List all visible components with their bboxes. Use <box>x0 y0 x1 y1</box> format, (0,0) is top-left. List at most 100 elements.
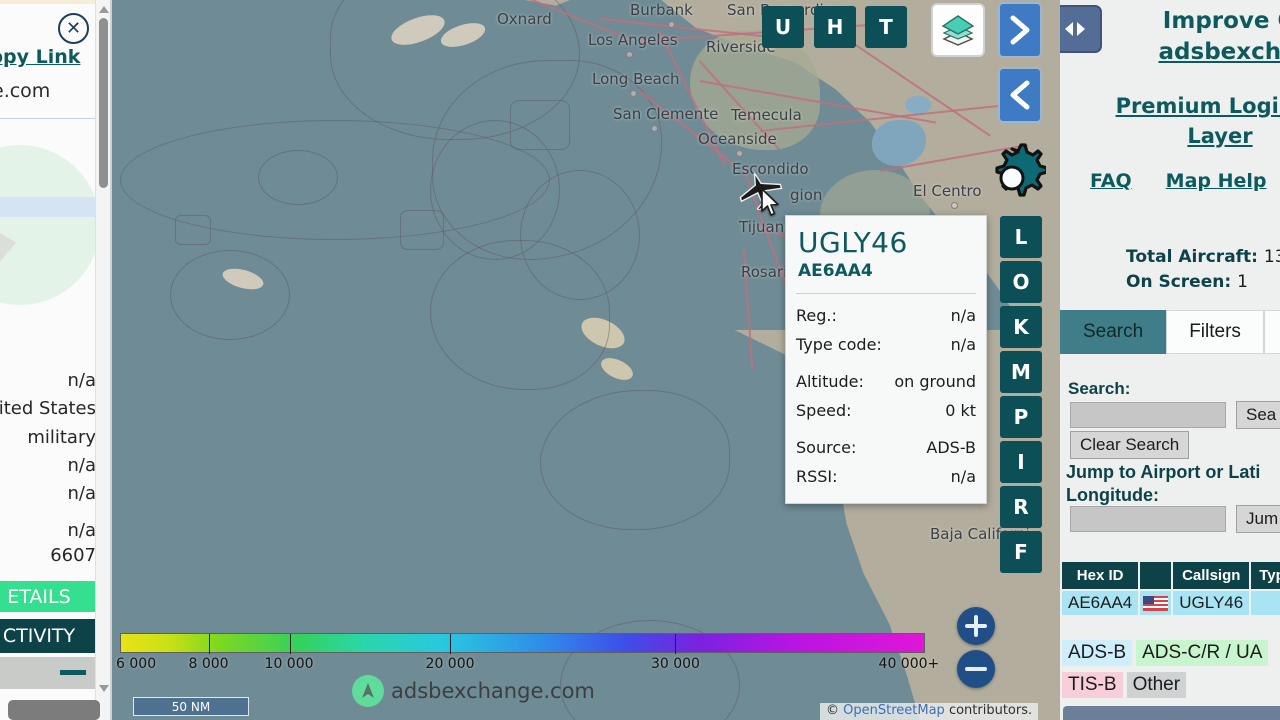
scroll-up-arrow-icon[interactable] <box>99 6 109 13</box>
sidebar-bottom-bar[interactable] <box>1063 706 1280 720</box>
layers-icon <box>941 15 975 46</box>
share-url-text: e.com <box>0 80 51 102</box>
scroll-down-arrow-icon[interactable] <box>99 685 109 692</box>
map-city-dot <box>668 21 675 28</box>
column-flag[interactable] <box>1140 562 1172 589</box>
airspace-ring <box>258 150 338 205</box>
aircraft-detail-value: n/a <box>67 370 96 391</box>
jump-button[interactable]: Jum <box>1236 505 1280 533</box>
plane-logo-glyph <box>362 683 374 698</box>
cell-hex-id[interactable]: AE6AA4 <box>1062 591 1139 615</box>
openstreetmap-link[interactable]: OpenStreetMap <box>843 703 945 718</box>
airspace-ring <box>400 210 444 250</box>
popup-spacer <box>796 425 976 434</box>
map-button-t[interactable]: T <box>865 6 907 48</box>
popup-detail-list: Reg.: n/a Type code: n/a Altitude: on gr… <box>786 294 986 503</box>
aircraft-detail-value: n/a <box>67 520 96 541</box>
map-city-label: Oceanside <box>698 130 777 148</box>
help-links: FAQ Map Help <box>1090 170 1280 192</box>
altitude-tick-label: 40 000+ <box>878 656 940 672</box>
attribution-rest: contributors. <box>948 703 1033 718</box>
tab-extra[interactable] <box>1263 310 1280 354</box>
popup-row-source: Source: ADS-B <box>796 434 976 462</box>
popup-row-label: RSSI: <box>796 466 838 486</box>
tab-search[interactable]: Search <box>1060 310 1167 354</box>
popup-row-label: Source: <box>796 438 857 458</box>
aircraft-info-popup[interactable]: UGLY46 AE6AA4 Reg.: n/a Type code: n/a A… <box>785 215 987 505</box>
faq-link[interactable]: FAQ <box>1090 170 1132 192</box>
settings-button[interactable] <box>978 143 1049 211</box>
map-city-label: Los Angeles <box>588 31 678 49</box>
source-chip-tisb[interactable]: TIS-B <box>1062 672 1123 698</box>
altitude-color-legend: 6 000 8 000 10 000 20 000 30 000 40 000+ <box>116 633 939 672</box>
map-letter-button-i[interactable]: I <box>1000 441 1042 483</box>
map-help-link[interactable]: Map Help <box>1166 170 1267 192</box>
details-button[interactable]: ETAILS <box>0 581 100 612</box>
altitude-tick-mark <box>209 634 211 654</box>
source-chip-adsb[interactable]: ADS-B <box>1062 640 1133 666</box>
us-flag-icon <box>1143 595 1169 611</box>
left-panel-scrollbar[interactable] <box>95 0 110 720</box>
airspace-ring <box>175 215 211 245</box>
next-aircraft-button[interactable] <box>998 2 1042 58</box>
altitude-tick-mark <box>675 634 677 654</box>
aircraft-table[interactable]: Hex ID Callsign Type AE6AA4 UGLY46 <box>1060 560 1280 617</box>
jump-label: Jump to Airport or Lati Longitude: <box>1066 461 1280 507</box>
scrollbar-thumb[interactable] <box>99 18 108 188</box>
title-line-1: Improve Cov <box>1162 8 1280 34</box>
map-button-u[interactable]: U <box>762 6 804 48</box>
map-city-label: Long Beach <box>592 70 680 88</box>
search-button[interactable]: Sea <box>1236 401 1280 429</box>
photo-aircraft-shape <box>0 219 16 275</box>
map-letter-button-f[interactable]: F <box>1000 531 1042 573</box>
map-letter-button-o[interactable]: O <box>1000 261 1042 303</box>
map-letter-button-r[interactable]: R <box>1000 486 1042 528</box>
airspace-ring <box>540 390 730 530</box>
map-city-dot <box>630 90 637 97</box>
copy-link-button[interactable]: opy Link <box>0 46 80 68</box>
bottom-left-control[interactable] <box>8 700 100 720</box>
map-canvas[interactable]: OxnardBurbankSan BernardinoLos AngelesRi… <box>0 0 1060 720</box>
source-chip-adsc[interactable]: ADS-C/R / UA <box>1136 640 1269 666</box>
column-type[interactable]: Type <box>1251 562 1280 589</box>
mouse-cursor <box>761 188 779 216</box>
column-callsign[interactable]: Callsign <box>1173 562 1250 589</box>
premium-login-link[interactable]: Premium Login: n Layer <box>1070 92 1280 152</box>
map-letter-button-k[interactable]: K <box>1000 306 1042 348</box>
previous-aircraft-button[interactable] <box>998 67 1042 123</box>
layers-button[interactable] <box>931 3 985 57</box>
popup-row-value: 0 kt <box>945 400 976 420</box>
sidebar-toggle-button[interactable] <box>1060 5 1102 53</box>
search-input[interactable] <box>1070 402 1226 428</box>
popup-header: UGLY46 AE6AA4 <box>786 216 986 288</box>
source-chip-other[interactable]: Other <box>1126 672 1187 698</box>
map-letter-button-m[interactable]: M <box>1000 351 1042 393</box>
zoom-out-button[interactable] <box>957 650 995 688</box>
map-city-label: Burbank <box>630 1 693 19</box>
title-line-2[interactable]: adsbexchang <box>1124 37 1280 68</box>
clear-search-button[interactable]: Clear Search <box>1070 431 1190 459</box>
map-city-label: Oxnard <box>497 10 552 28</box>
zoom-in-button[interactable] <box>957 607 995 645</box>
altitude-tick-label: 6 000 <box>116 656 157 672</box>
chevron-right-icon <box>1010 15 1030 45</box>
map-letter-button-l[interactable]: L <box>1000 216 1042 258</box>
map-letter-button-p[interactable]: P <box>1000 396 1042 438</box>
map-attribution: © OpenStreetMap contributors. <box>820 703 1039 720</box>
close-icon[interactable]: ✕ <box>58 13 89 44</box>
jump-input[interactable] <box>1070 506 1226 532</box>
map-button-h[interactable]: H <box>814 6 856 48</box>
collapse-dash-icon[interactable] <box>60 670 86 675</box>
table-row[interactable]: AE6AA4 UGLY46 <box>1062 591 1280 615</box>
column-hex-id[interactable]: Hex ID <box>1062 562 1139 589</box>
gear-icon <box>995 143 1049 197</box>
cell-type[interactable] <box>1251 591 1280 615</box>
cell-callsign[interactable]: UGLY46 <box>1173 591 1250 615</box>
search-label: Search: <box>1068 379 1131 398</box>
popup-hex-id: AE6AA4 <box>798 261 873 282</box>
source-type-legend: ADS-B ADS-C/R / UA TIS-B Other <box>1062 640 1280 704</box>
tab-filters[interactable]: Filters <box>1166 310 1264 354</box>
activity-button[interactable]: CTIVITY <box>0 619 100 653</box>
map-city-label: San Clemente <box>613 105 719 123</box>
premium-line-1: Premium Login: n <box>1115 94 1280 118</box>
